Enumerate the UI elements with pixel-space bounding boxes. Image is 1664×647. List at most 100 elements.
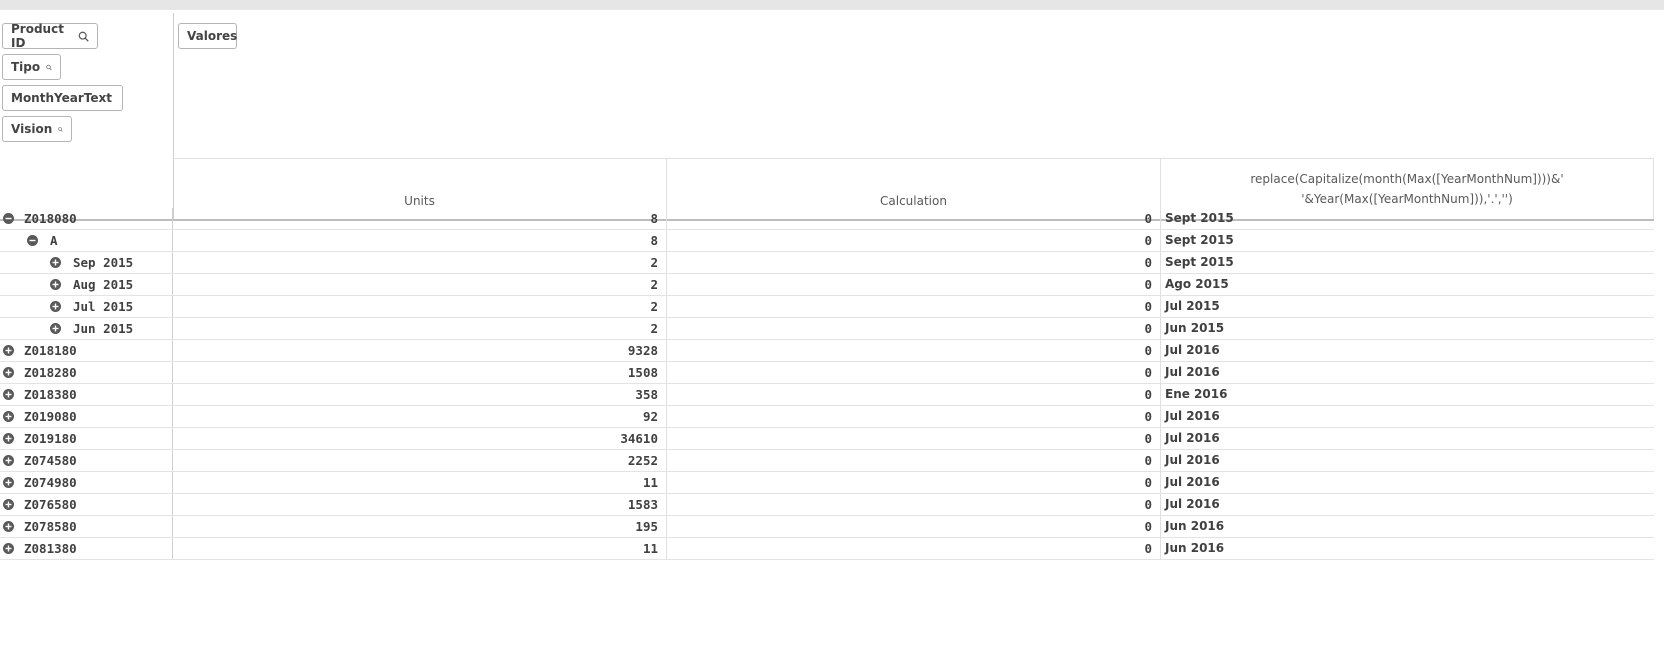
row-label[interactable]: Z078580 [24,516,77,537]
column-header-label: Calculation [880,194,947,208]
calculation-cell: 0 [667,274,1161,295]
row-label[interactable]: Jul 2015 [73,296,133,317]
units-cell: 8 [173,208,667,229]
table-row: Z019180 34610 0 Jul 2016 [0,428,1654,450]
dimension-cell: Z018080 [0,208,173,229]
pivot-table: Product ID Tipo MonthYearText Vision Val… [0,13,1654,573]
units-cell: 195 [173,516,667,537]
search-icon [78,31,89,42]
expand-icon[interactable] [50,279,61,290]
measure-panel: Valores [173,13,1654,159]
expand-icon[interactable] [50,257,61,268]
row-label[interactable]: Z081380 [24,538,77,559]
row-label[interactable]: Z019080 [24,406,77,427]
calculation-cell: 0 [667,208,1161,229]
units-cell: 11 [173,538,667,559]
row-label[interactable]: Z018280 [24,362,77,383]
collapse-icon[interactable] [3,213,14,224]
units-cell: 2 [173,274,667,295]
row-label[interactable]: Z018180 [24,340,77,361]
dimension-cell: Aug 2015 [0,274,173,295]
row-label[interactable]: Sep 2015 [73,252,133,273]
expression-line-1: replace(Capitalize(month(Max([YearMonthN… [1250,172,1564,186]
table-row: Z018380 358 0 Ene 2016 [0,384,1654,406]
expression-line-2: '&Year(Max([YearMonthNum])),'.','') [1301,192,1513,206]
units-cell: 2 [173,252,667,273]
calculation-cell: 0 [667,296,1161,317]
expand-icon[interactable] [3,543,14,554]
calculation-cell: 0 [667,472,1161,493]
row-label[interactable]: A [50,230,58,251]
chip-vision[interactable]: Vision [2,116,72,142]
expression-cell: Jul 2016 [1165,453,1220,467]
expression-cell: Sept 2015 [1165,255,1234,269]
collapse-icon[interactable] [27,235,38,246]
table-row: Z081380 11 0 Jun 2016 [0,538,1654,560]
calculation-cell: 0 [667,538,1161,559]
chip-valores[interactable]: Valores [178,23,237,49]
row-label[interactable]: Z074580 [24,450,77,471]
expression-cell: Ene 2016 [1165,387,1228,401]
units-cell: 8 [173,230,667,251]
row-label[interactable]: Z019180 [24,428,77,449]
units-cell: 2252 [173,450,667,471]
expression-cell: Jun 2016 [1165,541,1225,555]
units-cell: 34610 [173,428,667,449]
expand-icon[interactable] [3,389,14,400]
column-header-label: replace(Capitalize(month(Max([YearMonthN… [1250,169,1563,209]
dimension-cell: Z081380 [0,538,173,559]
dimension-cell: Jun 2015 [0,318,173,339]
table-row: Z076580 1583 0 Jul 2016 [0,494,1654,516]
expand-icon[interactable] [3,455,14,466]
chip-monthyeartext[interactable]: MonthYearText [2,85,123,111]
chip-tipo[interactable]: Tipo [2,54,61,80]
top-strip [0,0,1664,10]
table-row: Jul 2015 2 0 Jul 2015 [0,296,1654,318]
row-label[interactable]: Z018380 [24,384,77,405]
chip-label: Tipo [11,60,41,74]
units-cell: 1508 [173,362,667,383]
table-row: Z074980 11 0 Jul 2016 [0,472,1654,494]
calculation-cell: 0 [667,384,1161,405]
row-label[interactable]: Z076580 [24,494,77,515]
table-row: Z018280 1508 0 Jul 2016 [0,362,1654,384]
expression-cell: Jul 2016 [1165,475,1220,489]
row-label[interactable]: Aug 2015 [73,274,133,295]
expand-icon[interactable] [3,367,14,378]
units-cell: 92 [173,406,667,427]
dimension-cell: Z018180 [0,340,173,361]
dimension-cell: Z019080 [0,406,173,427]
dimension-cell: Z078580 [0,516,173,537]
expand-icon[interactable] [3,499,14,510]
expand-icon[interactable] [3,521,14,532]
units-cell: 1583 [173,494,667,515]
dimension-panel: Product ID Tipo MonthYearText Vision [0,13,174,220]
expand-icon[interactable] [3,433,14,444]
chip-product-id[interactable]: Product ID [2,22,98,50]
expression-cell: Jul 2016 [1165,431,1220,445]
row-label[interactable]: Z074980 [24,472,77,493]
dimension-cell: Z019180 [0,428,173,449]
calculation-cell: 0 [667,516,1161,537]
search-icon [46,64,52,70]
expression-cell: Jun 2015 [1165,321,1225,335]
expand-icon[interactable] [3,477,14,488]
table-row: Z018080 8 0 Sept 2015 [0,208,1654,230]
dimension-cell: A [0,230,173,251]
row-label[interactable]: Jun 2015 [73,318,133,339]
expand-icon[interactable] [50,301,61,312]
calculation-cell: 0 [667,340,1161,361]
calculation-cell: 0 [667,318,1161,339]
dimension-cell: Z076580 [0,494,173,515]
expression-cell: Ago 2015 [1165,277,1229,291]
expand-icon[interactable] [3,411,14,422]
expand-icon[interactable] [3,345,14,356]
table-row: Z018180 9328 0 Jul 2016 [0,340,1654,362]
table-row: Sep 2015 2 0 Sept 2015 [0,252,1654,274]
dimension-cell: Jul 2015 [0,296,173,317]
expand-icon[interactable] [50,323,61,334]
table-row: Aug 2015 2 0 Ago 2015 [0,274,1654,296]
expression-cell: Sept 2015 [1165,233,1234,247]
row-label[interactable]: Z018080 [24,208,77,229]
table-row: Z078580 195 0 Jun 2016 [0,516,1654,538]
